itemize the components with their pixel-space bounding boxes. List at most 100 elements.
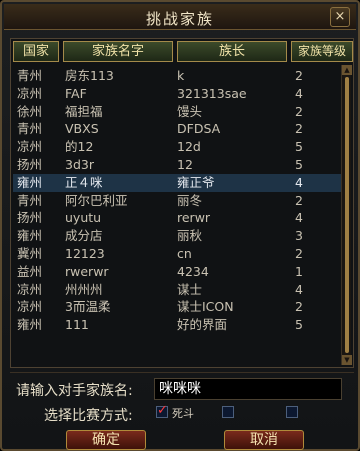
table-row[interactable]: 冀州 12123 cn 2 [13,245,341,263]
level-cell: 4 [295,210,303,226]
country-cell: 凉州 [17,281,43,297]
table-row[interactable]: 雍州 成分店 丽秋 3 [13,227,341,245]
level-cell: 2 [295,192,303,208]
table-row[interactable]: 凉州 州州州 谋士 4 [13,281,341,299]
country-cell: 雍州 [17,174,43,190]
table-row[interactable]: 徐州 福担福 馒头 2 [13,103,341,121]
mode-checkbox-3[interactable] [286,406,298,418]
dialog-title: 挑战家族 [145,10,214,28]
level-cell: 2 [295,245,303,261]
country-cell: 凉州 [17,299,43,315]
leader-cell: 谋士ICON [177,299,234,315]
match-mode-label: 选择比赛方式: [44,408,133,424]
family-list: 国家 家族名字 族长 家族等级 青州 房东113 k 2 凉州 FAF 321313sae 4… [10,38,354,368]
country-cell: 徐州 [17,103,43,119]
title-bar[interactable]: 挑战家族 × [4,4,356,30]
country-cell: 雍州 [17,317,43,333]
table-row[interactable]: 青州 阿尔巴利亚 丽冬 2 [13,192,341,210]
country-cell: 冀州 [17,245,43,261]
leader-cell: k [177,68,185,83]
leader-cell: 321313sae [177,85,247,101]
column-header-family-name[interactable]: 家族名字 [63,41,173,62]
level-cell: 2 [295,121,303,137]
country-cell: 益州 [17,263,43,279]
family-name-cell: 111 [65,317,89,333]
mode-checkbox-2[interactable] [222,406,234,418]
mode-checkbox-1[interactable] [156,403,168,418]
family-name-cell: 成分店 [65,228,103,244]
table-row[interactable]: 青州 VBXS DFDSA 2 [13,120,341,138]
country-cell: 凉州 [17,139,43,155]
country-cell: 青州 [17,121,43,137]
scroll-thumb[interactable] [345,77,349,353]
leader-cell: 丽冬 [177,192,203,208]
leader-cell: rerwr [177,210,211,226]
scroll-down-arrow-icon[interactable]: ▼ [342,355,352,365]
column-header-leader[interactable]: 族长 [177,41,287,62]
table-row[interactable]: 益州 rwerwr 4234 1 [13,263,341,281]
leader-cell: 谋士 [177,281,203,297]
level-cell: 5 [295,156,303,172]
level-cell: 4 [295,281,303,297]
level-cell: 2 [295,68,303,83]
family-name-cell: 福担福 [65,103,103,119]
country-cell: 凉州 [17,85,43,101]
challenge-form: 请输入对手家族名: 咪咪咪 选择比赛方式: 死斗 [10,372,354,424]
family-name-cell: 3d3r [65,156,94,172]
scroll-up-arrow-icon[interactable]: ▲ [342,65,352,75]
family-name-cell: VBXS [65,121,99,137]
leader-cell: 好的界面 [177,317,228,333]
family-name-cell: 房东113 [65,68,114,83]
close-button[interactable]: × [330,7,350,27]
table-row[interactable]: 扬州 3d3r 12 5 [13,156,341,174]
level-cell: 2 [295,299,303,315]
leader-cell: 馒头 [177,103,203,119]
level-cell: 4 [295,85,303,101]
list-scrollbar[interactable]: ▲ ▼ [341,65,352,365]
leader-cell: 丽秋 [177,228,203,244]
challenge-family-dialog: 挑战家族 × 国家 家族名字 族长 家族等级 青州 房东113 k 2 凉州 FAF 321… [0,0,360,451]
table-row[interactable]: 凉州 3而温柔 谋士ICON 2 [13,298,341,316]
opponent-name-label: 请输入对手家族名: [16,383,133,399]
family-name-cell: rwerwr [65,263,109,279]
country-cell: 扬州 [17,156,43,172]
family-name-cell: 正４咪 [65,174,103,190]
confirm-button[interactable]: 确定 [66,430,146,450]
level-cell: 3 [295,228,303,244]
list-header: 国家 家族名字 族长 家族等级 [13,41,353,63]
leader-cell: 4234 [177,263,209,279]
column-header-country[interactable]: 国家 [13,41,59,62]
family-name-cell: FAF [65,85,87,101]
leader-cell: 雍正爷 [177,174,215,190]
leader-cell: DFDSA [177,121,221,137]
leader-cell: 12 [177,156,193,172]
opponent-name-input[interactable]: 咪咪咪 [154,378,342,400]
table-row[interactable]: 凉州 FAF 321313sae 4 [13,85,341,103]
country-cell: 青州 [17,192,43,208]
mode-option-1-label: 死斗 [172,407,194,420]
table-row[interactable]: 雍州 111 好的界面 5 [13,316,341,334]
table-row[interactable]: 雍州 正４咪 雍正爷 4 [13,173,341,192]
column-header-family-level[interactable]: 家族等级 [291,41,353,62]
level-cell: 4 [295,174,303,190]
level-cell: 1 [295,263,303,279]
family-name-cell: 的12 [65,139,94,155]
country-cell: 青州 [17,68,43,83]
family-name-cell: 阿尔巴利亚 [65,192,128,208]
family-name-cell: 12123 [65,245,105,261]
level-cell: 2 [295,103,303,119]
table-row[interactable]: 扬州 uyutu rerwr 4 [13,209,341,227]
leader-cell: cn [177,245,192,261]
family-name-cell: 3而温柔 [65,299,111,315]
family-name-cell: 州州州 [65,281,103,297]
family-name-cell: uyutu [65,210,102,226]
level-cell: 5 [295,317,303,333]
family-rows: 青州 房东113 k 2 凉州 FAF 321313sae 4 徐州 福担福 馒头 2 青州 VBXS DF… [13,67,341,334]
table-row[interactable]: 青州 房东113 k 2 [13,67,341,85]
leader-cell: 12d [177,139,201,155]
country-cell: 雍州 [17,228,43,244]
table-row[interactable]: 凉州 的12 12d 5 [13,138,341,156]
country-cell: 扬州 [17,210,43,226]
cancel-button[interactable]: 取消 [224,430,304,450]
level-cell: 5 [295,139,303,155]
